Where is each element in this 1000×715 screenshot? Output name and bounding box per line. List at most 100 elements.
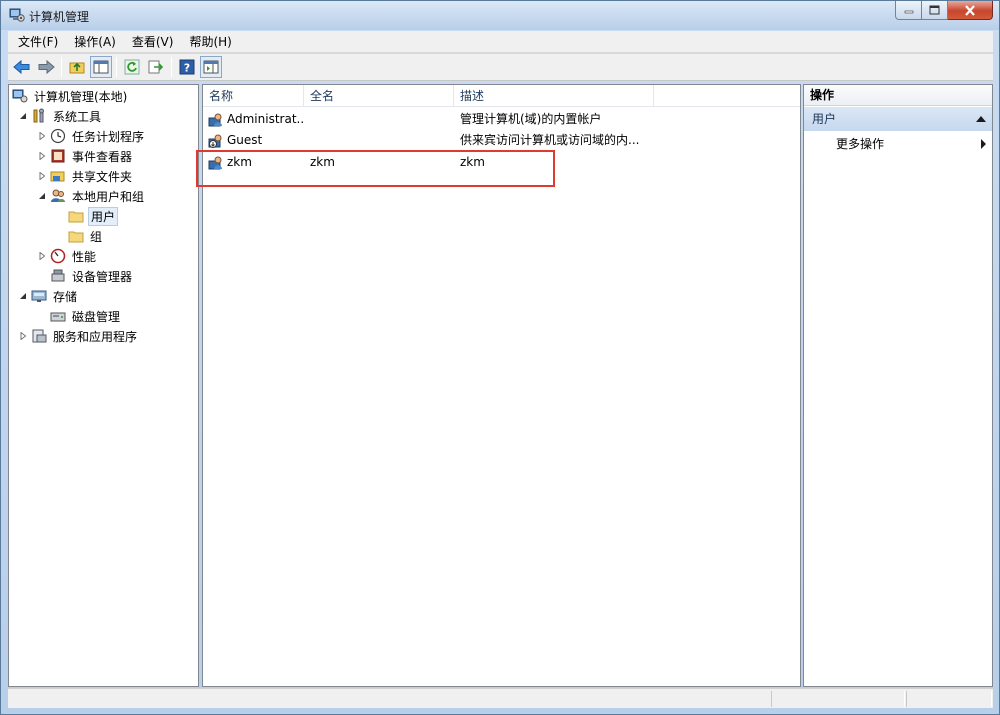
- user-row-guest[interactable]: Guest 供来宾访问计算机或访问域的内...: [203, 130, 800, 151]
- show-hide-action-pane-button[interactable]: [200, 56, 222, 78]
- tree-item-computer-management[interactable]: 计算机管理(本地): [12, 86, 129, 106]
- up-one-level-button[interactable]: [66, 56, 88, 78]
- title-bar[interactable]: 计算机管理: [1, 1, 999, 30]
- disabled-user-icon: [208, 133, 224, 149]
- tree-label: 组: [90, 229, 103, 244]
- tree-label: 服务和应用程序: [53, 329, 138, 344]
- tree-label: 性能: [72, 249, 97, 264]
- up-folder-icon: [69, 62, 85, 74]
- back-icon: [13, 59, 30, 75]
- collapsed-arrow-icon[interactable]: [37, 171, 47, 181]
- menu-file[interactable]: 文件(F): [12, 32, 64, 52]
- storage-icon: [31, 288, 47, 304]
- tree-label: 计算机管理(本地): [34, 89, 128, 104]
- tree-item-performance[interactable]: 性能: [37, 246, 98, 266]
- user-fullname: [310, 130, 450, 151]
- close-icon: [965, 4, 975, 16]
- tree-item-groups[interactable]: 组: [68, 226, 104, 246]
- disk-icon: [50, 308, 66, 324]
- tree-label: 磁盘管理: [72, 309, 121, 324]
- tree-label: 系统工具: [53, 109, 102, 124]
- refresh-button[interactable]: [121, 56, 143, 78]
- toolbar-separator: [171, 57, 172, 77]
- tree-label: 事件查看器: [72, 149, 133, 164]
- user-name: Guest: [227, 133, 263, 147]
- tree-label: 任务计划程序: [72, 129, 145, 144]
- column-header-name[interactable]: 名称: [203, 85, 304, 107]
- tree-item-storage[interactable]: 存储: [18, 286, 79, 306]
- menu-action[interactable]: 操作(A): [68, 32, 122, 52]
- help-icon: ?: [179, 59, 195, 75]
- column-header-fullname[interactable]: 全名: [304, 85, 454, 107]
- export-list-icon: [148, 60, 164, 74]
- user-name: Administrat...: [227, 112, 303, 126]
- tree-item-task-scheduler[interactable]: 任务计划程序: [37, 126, 146, 146]
- status-cell: [771, 691, 905, 707]
- tree-item-users[interactable]: 用户: [68, 206, 119, 226]
- collapsed-arrow-icon[interactable]: [37, 151, 47, 161]
- user-list-view: 名称 全名 描述 Administrat... 管理计算机(域)的内置帐户 Gu…: [196, 84, 801, 687]
- collapsed-arrow-icon[interactable]: [37, 131, 47, 141]
- status-bar: [8, 688, 993, 708]
- tree-item-device-manager[interactable]: 设备管理器: [50, 266, 134, 286]
- device-manager-icon: [50, 268, 66, 284]
- status-cell: [906, 691, 992, 707]
- help-button[interactable]: ?: [176, 56, 198, 78]
- menu-view[interactable]: 查看(V): [126, 32, 180, 52]
- maximize-icon: [929, 5, 940, 15]
- tree-item-disk-management[interactable]: 磁盘管理: [50, 306, 122, 326]
- shared-folder-icon: [50, 168, 66, 184]
- minimize-button[interactable]: [895, 1, 922, 20]
- tree-item-services-apps[interactable]: 服务和应用程序: [18, 326, 139, 346]
- forward-button[interactable]: [35, 56, 57, 78]
- submenu-arrow-icon: [981, 139, 986, 149]
- back-button[interactable]: [11, 56, 33, 78]
- user-row-administrator[interactable]: Administrat... 管理计算机(域)的内置帐户: [203, 109, 800, 130]
- tree-label: 共享文件夹: [72, 169, 133, 184]
- expanded-arrow-icon[interactable]: [18, 111, 28, 121]
- performance-icon: [50, 248, 66, 264]
- folder-icon: [68, 208, 84, 224]
- collapsed-arrow-icon[interactable]: [18, 331, 28, 341]
- expanded-arrow-icon[interactable]: [37, 191, 47, 201]
- show-hide-console-tree-button[interactable]: [90, 56, 112, 78]
- maximize-button[interactable]: [922, 1, 948, 20]
- toolbar-separator: [116, 57, 117, 77]
- menu-help[interactable]: 帮助(H): [183, 32, 237, 52]
- collapsed-arrow-icon[interactable]: [37, 251, 47, 261]
- clock-icon: [50, 128, 66, 144]
- tree-item-system-tools[interactable]: 系统工具: [18, 106, 103, 126]
- show-hide-tree-icon: [93, 60, 109, 74]
- tree-label: 存储: [53, 289, 78, 304]
- export-list-button[interactable]: [145, 56, 167, 78]
- tree-item-shared-folders[interactable]: 共享文件夹: [37, 166, 134, 186]
- toolbar-separator: [61, 57, 62, 77]
- user-description: 管理计算机(域)的内置帐户: [460, 112, 602, 126]
- action-pane-header: 操作: [804, 85, 992, 106]
- console-tree: 计算机管理(本地) 系统工具 任务计划程序 事件查看器 共享文件夹 本地用户和组…: [8, 84, 199, 687]
- menu-bar: 文件(F) 操作(A) 查看(V) 帮助(H): [8, 31, 993, 53]
- action-section-label: 用户: [812, 112, 837, 126]
- tree-item-local-users-groups[interactable]: 本地用户和组: [37, 186, 146, 206]
- user-fullname: [310, 109, 450, 130]
- expanded-arrow-icon[interactable]: [18, 291, 28, 301]
- show-hide-action-icon: [203, 60, 219, 74]
- collapse-up-icon[interactable]: [976, 116, 986, 122]
- close-button[interactable]: [948, 1, 993, 20]
- action-pane: 操作 用户 更多操作: [803, 84, 993, 687]
- computer-management-window: 计算机管理 文件(F) 操作(A) 查看(V) 帮助(H) ? 计算机管理(本地…: [0, 0, 1000, 715]
- tree-item-event-viewer[interactable]: 事件查看器: [37, 146, 134, 166]
- action-section-users[interactable]: 用户: [804, 107, 992, 131]
- tree-label: 本地用户和组: [72, 189, 145, 204]
- column-header-description[interactable]: 描述: [454, 85, 654, 107]
- folder-icon: [68, 228, 84, 244]
- toolbar: ?: [8, 54, 993, 81]
- computer-management-icon: [9, 7, 25, 23]
- services-icon: [31, 328, 47, 344]
- user-description: 供来宾访问计算机或访问域的内...: [460, 133, 640, 147]
- refresh-icon: [124, 59, 140, 75]
- tree-label: 用户: [88, 206, 119, 226]
- more-actions-label: 更多操作: [836, 137, 885, 151]
- more-actions-item[interactable]: 更多操作: [804, 133, 992, 155]
- users-group-icon: [50, 188, 66, 204]
